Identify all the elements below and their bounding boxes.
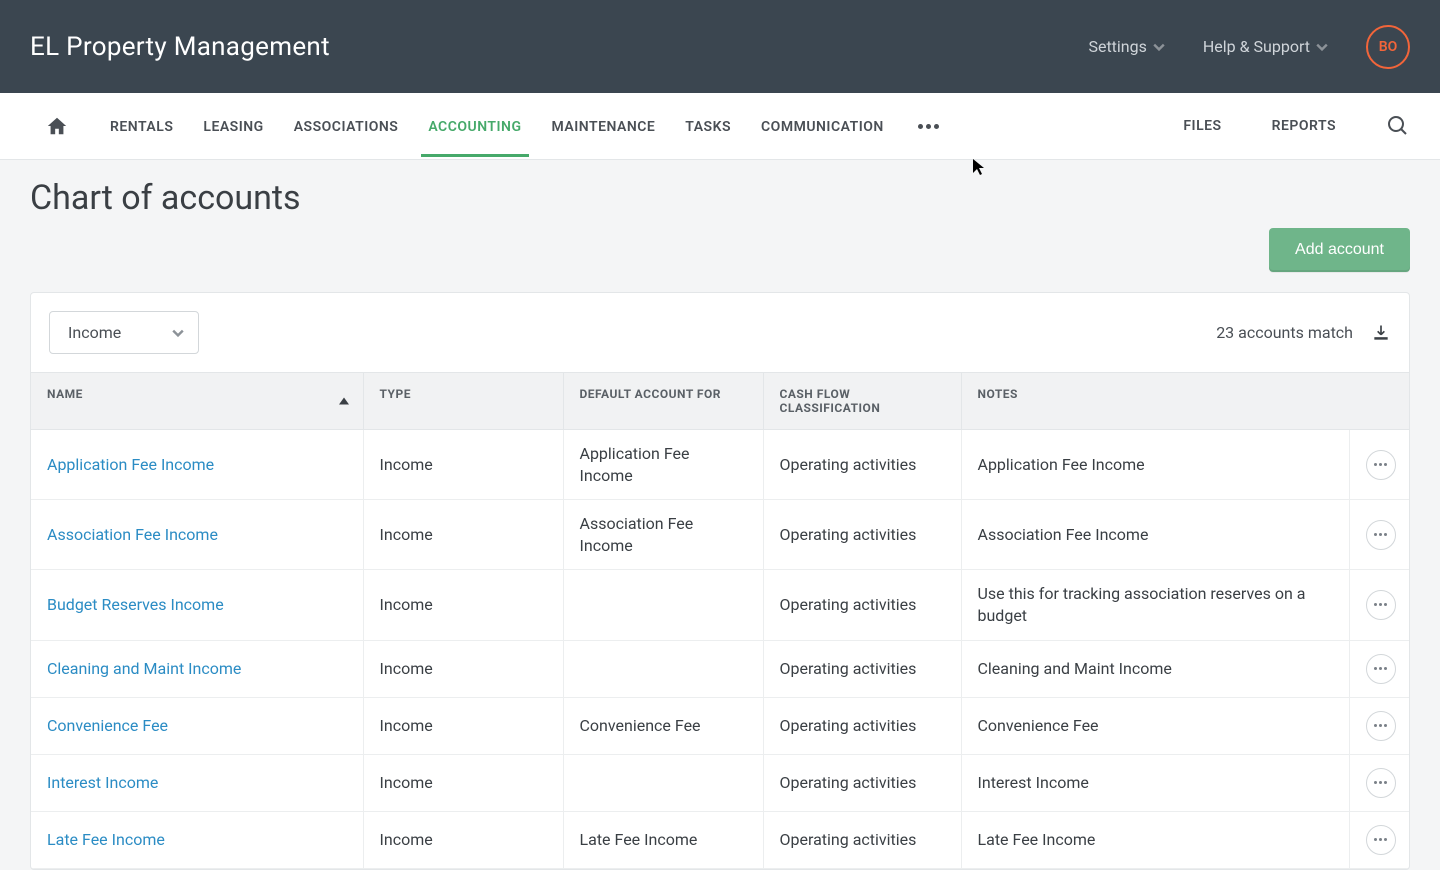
- tab-files[interactable]: FILES: [1183, 96, 1221, 156]
- table-row: Cleaning and Maint Income Income Operating…: [31, 640, 1409, 697]
- page-actions: Add account: [30, 228, 1410, 272]
- cell-notes: Cleaning and Maint Income: [961, 640, 1349, 697]
- cell-default-for: [563, 640, 763, 697]
- table-row: Budget Reserves Income Income Operating ac…: [31, 570, 1409, 640]
- account-name-link[interactable]: Cleaning and Maint Income: [47, 659, 241, 678]
- cell-cashflow: Operating activities: [763, 430, 961, 500]
- nav-tabs: RENTALS LEASING ASSOCIATIONS ACCOUNTING …: [110, 97, 1153, 156]
- table-row: Interest Income Income Operating activitie…: [31, 754, 1409, 811]
- card-toolbar-right: 23 accounts match: [1216, 323, 1391, 343]
- add-account-button[interactable]: Add account: [1269, 228, 1410, 272]
- account-name-link[interactable]: Budget Reserves Income: [47, 595, 224, 614]
- row-actions-button[interactable]: [1366, 768, 1396, 798]
- cell-cashflow: Operating activities: [763, 500, 961, 570]
- cell-cashflow: Operating activities: [763, 754, 961, 811]
- search-icon[interactable]: [1386, 114, 1410, 138]
- cell-type: Income: [363, 811, 563, 868]
- cell-type: Income: [363, 640, 563, 697]
- col-header-cashflow[interactable]: CASH FLOW CLASSIFICATION: [763, 373, 961, 430]
- cell-default-for: [563, 754, 763, 811]
- row-actions-button[interactable]: [1366, 711, 1396, 741]
- account-name-link[interactable]: Late Fee Income: [47, 830, 165, 849]
- row-actions-button[interactable]: [1366, 520, 1396, 550]
- col-header-default[interactable]: DEFAULT ACCOUNT FOR: [563, 373, 763, 430]
- cell-type: Income: [363, 500, 563, 570]
- accounts-table: NAME TYPE DEFAULT ACCOUNT FOR CASH FLOW …: [31, 372, 1409, 869]
- account-name-link[interactable]: Association Fee Income: [47, 525, 218, 544]
- cell-notes: Association Fee Income: [961, 500, 1349, 570]
- table-row: Association Fee IncomeIncomeAssociation …: [31, 500, 1409, 570]
- cell-type: Income: [363, 430, 563, 500]
- download-icon[interactable]: [1371, 323, 1391, 343]
- tab-associations[interactable]: ASSOCIATIONS: [294, 97, 399, 156]
- tab-tasks[interactable]: TASKS: [685, 97, 731, 156]
- col-header-type[interactable]: TYPE: [363, 373, 563, 430]
- chevron-down-icon: [1316, 41, 1328, 53]
- nav-right: FILES REPORTS: [1183, 96, 1410, 156]
- cell-default-for: Late Fee Income: [563, 811, 763, 868]
- cell-default-for: Association Fee Income: [563, 500, 763, 570]
- app-header: EL Property Management Settings Help & S…: [0, 0, 1440, 93]
- table-row: Convenience FeeIncomeConvenience FeeOper…: [31, 697, 1409, 754]
- accounts-card: Income 23 accounts match NAME: [30, 292, 1410, 870]
- tab-maintenance[interactable]: MAINTENANCE: [552, 97, 656, 156]
- chevron-down-icon: [1153, 41, 1165, 53]
- cell-notes: Interest Income: [961, 754, 1349, 811]
- type-filter-value: Income: [68, 323, 121, 342]
- match-count: 23 accounts match: [1216, 323, 1353, 342]
- account-name-link[interactable]: Application Fee Income: [47, 455, 214, 474]
- help-label: Help & Support: [1203, 37, 1310, 56]
- cell-notes: Late Fee Income: [961, 811, 1349, 868]
- cell-cashflow: Operating activities: [763, 570, 961, 640]
- row-actions-button[interactable]: [1366, 825, 1396, 855]
- cell-type: Income: [363, 754, 563, 811]
- page-body: Chart of accounts Add account Income 23 …: [0, 160, 1440, 870]
- page-title: Chart of accounts: [30, 178, 1410, 218]
- cell-default-for: Application Fee Income: [563, 430, 763, 500]
- avatar[interactable]: BO: [1366, 25, 1410, 69]
- tab-communication[interactable]: COMMUNICATION: [761, 97, 884, 156]
- home-icon[interactable]: [46, 115, 68, 137]
- cell-cashflow: Operating activities: [763, 811, 961, 868]
- help-menu[interactable]: Help & Support: [1203, 37, 1328, 56]
- tab-rentals[interactable]: RENTALS: [110, 97, 173, 156]
- row-actions-button[interactable]: [1366, 450, 1396, 480]
- tab-accounting[interactable]: ACCOUNTING: [428, 97, 521, 156]
- table-row: Late Fee IncomeIncomeLate Fee IncomeOper…: [31, 811, 1409, 868]
- cell-default-for: [563, 570, 763, 640]
- sort-asc-icon: [339, 398, 349, 405]
- settings-menu[interactable]: Settings: [1088, 37, 1164, 56]
- card-toolbar: Income 23 accounts match: [31, 293, 1409, 372]
- cell-cashflow: Operating activities: [763, 640, 961, 697]
- cell-notes: Use this for tracking association reserv…: [961, 570, 1349, 640]
- chevron-down-icon: [172, 327, 184, 339]
- cell-cashflow: Operating activities: [763, 697, 961, 754]
- table-row: Application Fee IncomeIncomeApplication …: [31, 430, 1409, 500]
- cell-type: Income: [363, 697, 563, 754]
- tab-leasing[interactable]: LEASING: [203, 97, 263, 156]
- col-header-notes[interactable]: NOTES: [961, 373, 1409, 430]
- brand-title: EL Property Management: [30, 32, 1088, 62]
- cell-type: Income: [363, 570, 563, 640]
- header-right: Settings Help & Support BO: [1088, 25, 1410, 69]
- avatar-initials: BO: [1379, 39, 1398, 55]
- cell-default-for: Convenience Fee: [563, 697, 763, 754]
- type-filter-select[interactable]: Income: [49, 311, 199, 354]
- row-actions-button[interactable]: [1366, 654, 1396, 684]
- settings-label: Settings: [1088, 37, 1146, 56]
- tab-reports[interactable]: REPORTS: [1272, 96, 1336, 156]
- cell-notes: Application Fee Income: [961, 430, 1349, 500]
- cell-notes: Convenience Fee: [961, 697, 1349, 754]
- main-nav: RENTALS LEASING ASSOCIATIONS ACCOUNTING …: [0, 93, 1440, 160]
- nav-more-button[interactable]: [914, 120, 943, 133]
- account-name-link[interactable]: Convenience Fee: [47, 716, 168, 735]
- row-actions-button[interactable]: [1366, 590, 1396, 620]
- col-header-name[interactable]: NAME: [31, 373, 363, 430]
